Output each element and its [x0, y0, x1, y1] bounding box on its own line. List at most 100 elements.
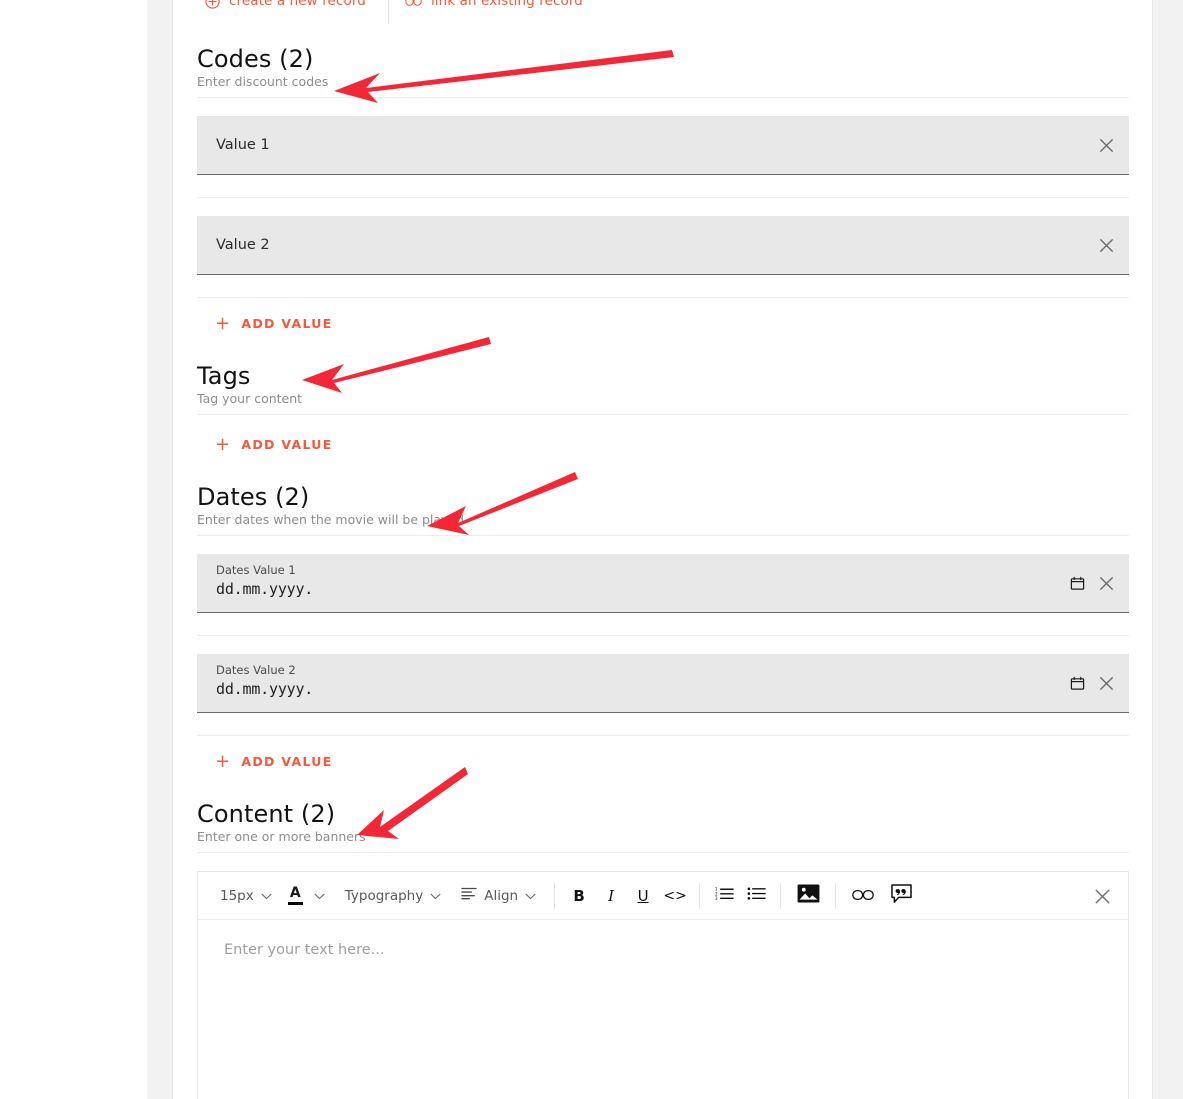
- font-size-dropdown[interactable]: 15px: [210, 872, 282, 920]
- value-input-1[interactable]: Value 1: [197, 116, 1129, 175]
- unordered-list-icon: [747, 886, 766, 905]
- remove-value-icon[interactable]: [1098, 675, 1115, 692]
- plus-circle-icon: [205, 0, 220, 9]
- field-group-tags: Tags Tag your content + ADD VALUE: [197, 361, 1129, 455]
- typography-dropdown[interactable]: Typography: [335, 872, 451, 920]
- date-field-label: Dates Value 1: [216, 563, 296, 577]
- insert-quote-button[interactable]: [882, 872, 920, 920]
- group-title: Tags: [197, 362, 251, 390]
- value-row: Dates Value 1 dd.mm.yyyy.: [197, 554, 1129, 636]
- date-input-1[interactable]: Dates Value 1 dd.mm.yyyy.: [197, 554, 1129, 613]
- italic-button[interactable]: I: [595, 872, 627, 920]
- add-value-label: ADD VALUE: [241, 754, 333, 769]
- left-gutter: [0, 0, 147, 1099]
- field-group-dates: Dates (2) Enter dates when the movie wil…: [197, 482, 1129, 772]
- calendar-icon[interactable]: [1070, 576, 1085, 591]
- chevron-down-icon: [430, 888, 441, 904]
- group-title: Codes (2): [197, 45, 314, 73]
- link-icon: [852, 886, 874, 905]
- remove-value-icon[interactable]: [1098, 137, 1115, 154]
- group-title: Dates (2): [197, 483, 310, 511]
- align-dropdown[interactable]: Align: [451, 872, 546, 920]
- value-row: Dates Value 2 dd.mm.yyyy.: [197, 654, 1129, 736]
- editor-placeholder: Enter your text here...: [224, 942, 385, 958]
- svg-text:3: 3: [715, 896, 718, 901]
- value-row-actions: [1098, 216, 1115, 274]
- ordered-list-button[interactable]: 123: [708, 872, 740, 920]
- chevron-down-icon: [314, 888, 325, 904]
- value-input-text: Value 2: [216, 237, 270, 253]
- align-label: Align: [484, 887, 519, 904]
- align-left-icon: [461, 887, 477, 904]
- plus-icon: +: [215, 312, 232, 334]
- link-icon: [405, 0, 422, 8]
- editor-body[interactable]: Enter your text here...: [198, 920, 1128, 1099]
- date-input-2[interactable]: Dates Value 2 dd.mm.yyyy.: [197, 654, 1129, 713]
- add-value-button-tags[interactable]: + ADD VALUE: [197, 415, 333, 455]
- link-existing-record-button[interactable]: link an existing record: [397, 0, 605, 24]
- code-button[interactable]: <>: [659, 872, 691, 920]
- screen: create a new record link an existing rec…: [0, 0, 1183, 1099]
- plus-icon: +: [215, 433, 232, 455]
- value-input-text: Value 1: [216, 137, 270, 153]
- group-description: Enter dates when the movie will be playe…: [197, 512, 465, 527]
- font-size-value: 15px: [220, 887, 254, 904]
- add-value-button-codes[interactable]: + ADD VALUE: [197, 298, 333, 334]
- close-editor-icon[interactable]: [1093, 872, 1112, 920]
- value-input-2[interactable]: Value 2: [197, 216, 1129, 275]
- value-row: Value 2: [197, 216, 1129, 298]
- typography-label: Typography: [344, 887, 424, 904]
- value-row-divider: [197, 197, 1129, 198]
- field-group-codes: Codes (2) Enter discount codes Value 1 V…: [197, 44, 1129, 334]
- image-icon: [797, 884, 820, 907]
- value-row-actions: [1098, 116, 1115, 174]
- insert-image-button[interactable]: [789, 872, 827, 920]
- group-divider: [197, 535, 1129, 536]
- add-value-button-dates[interactable]: + ADD VALUE: [197, 736, 333, 772]
- insert-link-button[interactable]: [844, 872, 882, 920]
- group-description: Tag your content: [197, 391, 303, 406]
- group-description: Enter discount codes: [197, 74, 329, 89]
- create-new-record-label: create a new record: [229, 0, 366, 9]
- value-row: Value 1: [197, 116, 1129, 198]
- plus-icon: +: [215, 750, 232, 772]
- date-field-label: Dates Value 2: [216, 663, 296, 677]
- right-rail: [1153, 0, 1183, 1099]
- text-color-dropdown[interactable]: A: [282, 872, 335, 920]
- remove-value-icon[interactable]: [1098, 575, 1115, 592]
- value-row-divider: [197, 735, 1129, 736]
- field-group-content: Content (2) Enter one or more banners 15…: [197, 799, 1129, 1099]
- ordered-list-icon: 123: [715, 886, 734, 905]
- left-rail: [147, 0, 172, 1099]
- record-bar-divider: [387, 0, 389, 24]
- toolbar-divider: [835, 882, 837, 909]
- add-value-label: ADD VALUE: [241, 437, 333, 452]
- value-row-actions: [1070, 654, 1115, 712]
- editor-toolbar: 15px A Typography Align B I U <> 1 2 3: [198, 872, 1128, 920]
- date-field-placeholder: dd.mm.yyyy.: [216, 680, 314, 698]
- value-row-divider: [197, 635, 1129, 636]
- link-existing-record-label: link an existing record: [430, 0, 583, 9]
- chevron-down-icon: [525, 888, 536, 904]
- group-divider: [197, 414, 1129, 415]
- calendar-icon[interactable]: [1070, 676, 1085, 691]
- toolbar-divider: [554, 882, 556, 909]
- group-divider: [197, 852, 1129, 853]
- chevron-down-icon: [261, 888, 272, 904]
- underline-button[interactable]: U: [627, 872, 659, 920]
- group-title: Content (2): [197, 800, 336, 828]
- remove-value-icon[interactable]: [1098, 237, 1115, 254]
- text-color-icon: A: [287, 886, 303, 905]
- date-field-placeholder: dd.mm.yyyy.: [216, 580, 314, 598]
- rich-text-editor: 15px A Typography Align B I U <> 1 2 3 E…: [197, 871, 1129, 1099]
- add-value-label: ADD VALUE: [241, 316, 333, 331]
- toolbar-divider: [780, 882, 782, 909]
- unordered-list-button[interactable]: [740, 872, 772, 920]
- record-action-bar: create a new record link an existing rec…: [197, 0, 605, 24]
- bold-button[interactable]: B: [563, 872, 595, 920]
- create-new-record-button[interactable]: create a new record: [197, 0, 388, 24]
- group-divider: [197, 97, 1129, 98]
- value-row-divider: [197, 297, 1129, 298]
- value-row-actions: [1070, 554, 1115, 612]
- toolbar-divider: [699, 882, 701, 909]
